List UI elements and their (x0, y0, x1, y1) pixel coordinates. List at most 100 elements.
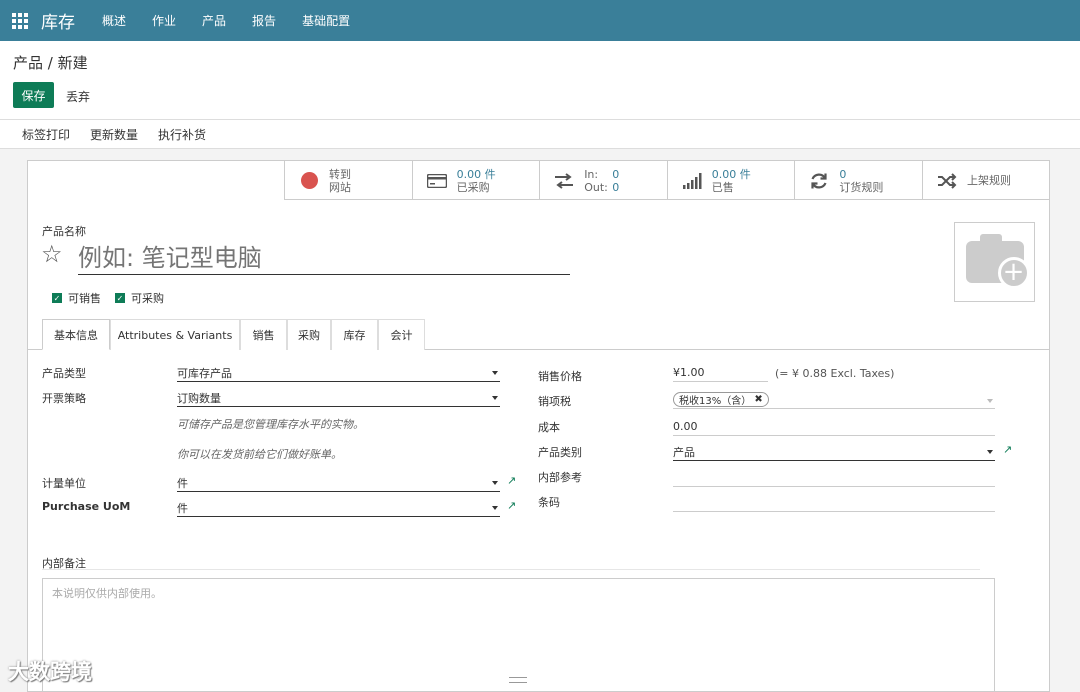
remove-tag-icon[interactable]: ✖ (754, 394, 762, 405)
sales-price-input[interactable]: ¥1.00 (673, 364, 768, 382)
reorder-rules-button[interactable]: 0 订货规则 (794, 161, 922, 200)
sales-tax-input[interactable]: 税收13%（含） ✖ (673, 391, 995, 409)
reorder-label: 订货规则 (839, 180, 884, 194)
replenish-button[interactable]: 执行补货 (158, 126, 206, 143)
cost-input[interactable]: 0.00 (673, 418, 995, 436)
top-navbar: 库存 概述 作业 产品 报告 基础配置 (0, 0, 1080, 41)
invoice-policy-value: 订购数量 (177, 391, 221, 405)
external-link-icon[interactable]: ↗ (507, 499, 516, 512)
out-value: 0 (612, 180, 620, 194)
external-link-icon[interactable]: ↗ (507, 474, 516, 487)
can-sell-checkbox[interactable]: ✓ 可销售 (52, 290, 101, 306)
can-sell-label: 可销售 (68, 292, 101, 305)
caret-down-icon (987, 399, 993, 403)
website-line2: 网站 (329, 180, 351, 194)
sold-value: 0.00 件 (711, 167, 751, 181)
website-line1: 转到 (329, 167, 351, 181)
product-type-select[interactable]: 可库存产品 (177, 364, 500, 382)
invoice-policy-select[interactable]: 订购数量 (177, 389, 500, 407)
smart-buttons: 转到 网站 0.00 件已采购 In: 0 Out: 0 0.00 件已售 0 … (284, 161, 1050, 200)
can-purchase-checkbox[interactable]: ✓ 可采购 (115, 290, 164, 306)
discard-button[interactable]: 丢弃 (66, 88, 90, 105)
in-out-button[interactable]: In: 0 Out: 0 (539, 161, 667, 200)
exchange-icon (554, 171, 574, 191)
internal-notes-textarea[interactable]: 本说明仅供内部使用。 (42, 578, 995, 692)
cost-value: 0.00 (673, 420, 698, 433)
product-category-select[interactable]: 产品 (673, 443, 995, 461)
nav-item-products[interactable]: 产品 (202, 12, 226, 29)
breadcrumb: 产品 / 新建 (13, 52, 88, 73)
star-icon[interactable]: ☆ (41, 241, 63, 267)
globe-icon (299, 171, 319, 191)
sold-button[interactable]: 0.00 件已售 (666, 161, 795, 200)
save-button[interactable]: 保存 (13, 82, 54, 108)
can-purchase-label: 可采购 (131, 292, 164, 305)
sale-purchase-checks: ✓ 可销售 ✓ 可采购 (52, 290, 178, 306)
tab-accounting[interactable]: 会计 (378, 319, 425, 350)
reorder-value: 0 (839, 167, 847, 181)
breadcrumb-parent[interactable]: 产品 (13, 54, 43, 72)
product-category-value: 产品 (673, 445, 695, 459)
invoice-policy-label: 开票策略 (42, 392, 86, 405)
action-bar: 标签打印 更新数量 执行补货 (0, 119, 1080, 149)
help-text-invoice: 你可以在发货前给它们做好账单。 (177, 448, 342, 461)
product-category-label: 产品类别 (538, 446, 582, 459)
checkbox-checked-icon: ✓ (115, 293, 125, 303)
help-text-storable: 可储存产品是您管理库存水平的实物。 (177, 418, 364, 431)
tax-tag-label: 税收13%（含） (679, 396, 752, 407)
price-excl-taxes: (= ¥ 0.88 Excl. Taxes) (775, 367, 895, 380)
purchase-uom-label: Purchase UoM (42, 500, 131, 513)
purchase-uom-select[interactable]: 件 (177, 499, 500, 517)
apps-menu-icon[interactable] (12, 12, 28, 29)
tab-inventory[interactable]: 库存 (331, 319, 378, 350)
caret-down-icon (987, 450, 993, 454)
internal-reference-label: 内部参考 (538, 471, 582, 484)
sales-price-label: 销售价格 (538, 370, 582, 383)
nav-item-operations[interactable]: 作业 (152, 12, 176, 29)
caret-down-icon (492, 506, 498, 510)
print-labels-button[interactable]: 标签打印 (22, 126, 70, 143)
caret-down-icon (492, 396, 498, 400)
notebook-tabs: 基本信息 Attributes & Variants 销售 采购 库存 会计 (28, 319, 1049, 350)
nav-item-overview[interactable]: 概述 (102, 12, 126, 29)
sold-label: 已售 (711, 180, 734, 194)
notes-placeholder: 本说明仅供内部使用。 (52, 587, 162, 600)
in-value: 0 (612, 167, 620, 181)
tab-sales[interactable]: 销售 (240, 319, 287, 350)
barcode-input[interactable] (673, 494, 995, 512)
nav-item-reports[interactable]: 报告 (252, 12, 276, 29)
watermark-text: 大数跨境 (8, 660, 92, 684)
uom-label: 计量单位 (42, 477, 86, 490)
tax-tag: 税收13%（含） ✖ (673, 392, 769, 407)
product-image-upload[interactable]: + (954, 222, 1035, 302)
website-button[interactable]: 转到 网站 (284, 161, 412, 200)
breadcrumb-separator: / (43, 54, 58, 72)
tab-attributes-variants[interactable]: Attributes & Variants (110, 319, 240, 350)
product-name-label: 产品名称 (42, 225, 86, 238)
credit-card-icon (426, 171, 447, 191)
sales-price-value: ¥1.00 (673, 366, 705, 379)
purchased-button[interactable]: 0.00 件已采购 (411, 161, 540, 200)
purchased-label: 已采购 (456, 180, 490, 194)
camera-plus-icon: + (965, 234, 1030, 289)
internal-reference-input[interactable] (673, 469, 995, 487)
uom-select[interactable]: 件 (177, 474, 500, 492)
form-sheet: 转到 网站 0.00 件已采购 In: 0 Out: 0 0.00 件已售 0 … (27, 160, 1050, 692)
external-link-icon[interactable]: ↗ (1003, 443, 1012, 456)
sales-tax-label: 销项税 (538, 395, 571, 408)
purchase-uom-value: 件 (177, 501, 188, 515)
putaway-rules-button[interactable]: 上架规则 (921, 161, 1050, 200)
nav-item-configuration[interactable]: 基础配置 (302, 12, 350, 29)
refresh-icon (809, 171, 829, 191)
caret-down-icon (492, 481, 498, 485)
resize-handle-icon[interactable] (509, 677, 527, 683)
product-name-input[interactable] (78, 241, 570, 275)
random-icon (937, 171, 957, 191)
purchased-value: 0.00 件 (456, 167, 496, 181)
update-quantity-button[interactable]: 更新数量 (90, 126, 138, 143)
app-brand[interactable]: 库存 (41, 8, 75, 33)
tab-general-info[interactable]: 基本信息 (42, 319, 110, 350)
in-label: In: (584, 167, 599, 181)
uom-value: 件 (177, 476, 188, 490)
tab-purchase[interactable]: 采购 (287, 319, 331, 350)
